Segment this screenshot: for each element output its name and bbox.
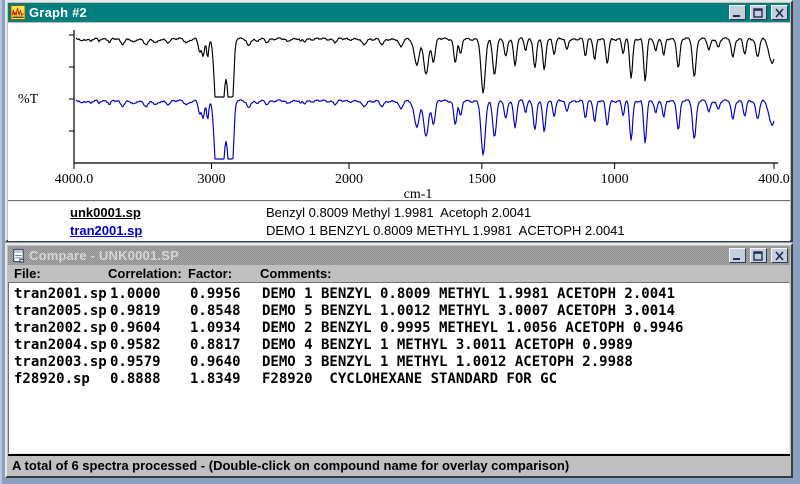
cell-correlation: 0.9579 <box>110 354 161 370</box>
x-axis-title: cm-1 <box>404 187 433 200</box>
graph-minimize-button[interactable] <box>729 5 746 20</box>
maximize-icon <box>753 251 764 261</box>
compare-minimize-button[interactable] <box>729 248 746 263</box>
spectra-plot[interactable]: 4000.0 3000 2000 1500 1000 400.0 cm-1 %T <box>8 23 794 200</box>
cell-correlation: 0.9582 <box>110 337 161 353</box>
compare-result-row[interactable]: tran2005.sp0.9819 0.8548 DEMO 5 BENZYL 1.0… <box>9 303 789 320</box>
column-header-correlation: Correlation: <box>108 266 182 281</box>
cell-file: f28920.sp <box>14 371 90 387</box>
cell-file: tran2004.sp <box>14 337 107 353</box>
graph-close-button[interactable] <box>771 5 788 20</box>
x-axis-tick-label: 1500 <box>468 172 496 187</box>
legend-description: DEMO 1 BENZYL 0.8009 METHYL 1.9981 ACETO… <box>266 223 625 238</box>
cell-factor: 1.8349 <box>190 371 241 387</box>
compare-result-row[interactable]: tran2001.sp1.0000 0.9956 DEMO 1 BENZYL 0.8… <box>9 286 789 303</box>
graph-client-area: 4000.0 3000 2000 1500 1000 400.0 cm-1 %T unk000… <box>8 23 790 241</box>
graph-window-title: Graph #2 <box>29 5 87 20</box>
graph-maximize-button[interactable] <box>750 5 767 20</box>
cell-comments: DEMO 5 BENZYL 1.0012 METHYL 3.0007 ACETO… <box>262 303 675 319</box>
cell-comments: DEMO 3 BENZYL 1 METHYL 1.0012 ACETOPH 2.… <box>262 354 633 370</box>
status-bar: A total of 6 spectra processed - (Double… <box>8 454 790 475</box>
x-axis-tick-label: 400.0 <box>758 172 790 187</box>
graph-window: Graph #2 4000.0 3000 2000 1500 1000 400.0 cm-1… <box>5 0 793 242</box>
legend-filename-link[interactable]: tran2001.sp <box>70 223 142 238</box>
column-header-factor: Factor: <box>188 266 232 281</box>
cell-comments: DEMO 2 BENZYL 0.9995 METHEYL 1.0056 ACET… <box>262 320 683 336</box>
cell-factor: 0.8817 <box>190 337 241 353</box>
y-axis-title: %T <box>18 92 39 107</box>
legend-row: tran2001.sp DEMO 1 BENZYL 0.8009 METHYL 1… <box>8 222 790 240</box>
cell-factor: 0.9956 <box>190 286 241 302</box>
x-axis-tick-label: 3000 <box>198 172 226 187</box>
spectrum-trace-unk0001.sp[interactable] <box>76 38 774 97</box>
close-icon <box>774 8 785 18</box>
cell-correlation: 0.9604 <box>110 320 161 336</box>
graph-window-titlebar[interactable]: Graph #2 <box>8 3 790 22</box>
cell-file: tran2001.sp <box>14 286 107 302</box>
close-icon <box>774 251 785 261</box>
x-axis-tick-label: 1000 <box>601 172 629 187</box>
legend-row: unk0001.sp Benzyl 0.8009 Methyl 1.9981 Ac… <box>8 204 790 222</box>
legend-filename-link[interactable]: unk0001.sp <box>70 205 141 220</box>
compare-window: Compare - UNK0001.SP File: Correlation: … <box>5 243 793 478</box>
cell-file: tran2002.sp <box>14 320 107 336</box>
maximize-icon <box>753 8 764 18</box>
compare-result-row[interactable]: f28920.sp 0.8888 1.8349 F28920 CYCLOHEXANE … <box>9 371 789 388</box>
cell-comments: DEMO 4 BENZYL 1 METHYL 3.0011 ACETOPH 0.… <box>262 337 633 353</box>
compare-result-row[interactable]: tran2002.sp0.9604 1.0934 DEMO 2 BENZYL 0.9… <box>9 320 789 337</box>
column-header-file: File: <box>14 266 41 281</box>
compare-window-title: Compare - UNK0001.SP <box>29 248 179 263</box>
spectrum-trace-tran2001.sp[interactable] <box>76 100 774 159</box>
minimize-icon <box>732 251 743 261</box>
compare-results-list: tran2001.sp1.0000 0.9956 DEMO 1 BENZYL 0.8… <box>8 282 790 454</box>
cell-correlation: 0.8888 <box>110 371 161 387</box>
compare-result-row[interactable]: tran2004.sp0.9582 0.8817 DEMO 4 BENZYL 1 M… <box>9 337 789 354</box>
spectrum-chart-icon <box>10 5 26 20</box>
compare-maximize-button[interactable] <box>750 248 767 263</box>
compare-result-row[interactable]: tran2003.sp0.9579 0.9640 DEMO 3 BENZYL 1 M… <box>9 354 789 371</box>
compare-window-titlebar[interactable]: Compare - UNK0001.SP <box>8 246 790 265</box>
cell-factor: 0.9640 <box>190 354 241 370</box>
cell-comments: F28920 CYCLOHEXANE STANDARD FOR GC <box>262 371 557 387</box>
minimize-icon <box>732 8 743 18</box>
cell-correlation: 0.9819 <box>110 303 161 319</box>
x-axis-tick-label: 4000.0 <box>55 172 94 187</box>
cell-factor: 1.0934 <box>190 320 241 336</box>
cell-correlation: 1.0000 <box>110 286 161 302</box>
cell-file: tran2003.sp <box>14 354 107 370</box>
compare-document-icon <box>10 248 26 263</box>
legend-description: Benzyl 0.8009 Methyl 1.9981 Acetoph 2.00… <box>266 205 531 220</box>
column-header-comments: Comments: <box>260 266 332 281</box>
compare-column-headers: File: Correlation: Factor: Comments: <box>8 265 790 282</box>
compare-close-button[interactable] <box>771 248 788 263</box>
cell-file: tran2005.sp <box>14 303 107 319</box>
cell-comments: DEMO 1 BENZYL 0.8009 METHYL 1.9981 ACETO… <box>262 286 675 302</box>
cell-factor: 0.8548 <box>190 303 241 319</box>
spectra-legend-panel: unk0001.sp Benzyl 0.8009 Methyl 1.9981 Ac… <box>8 200 790 241</box>
x-axis-tick-label: 2000 <box>335 172 363 187</box>
